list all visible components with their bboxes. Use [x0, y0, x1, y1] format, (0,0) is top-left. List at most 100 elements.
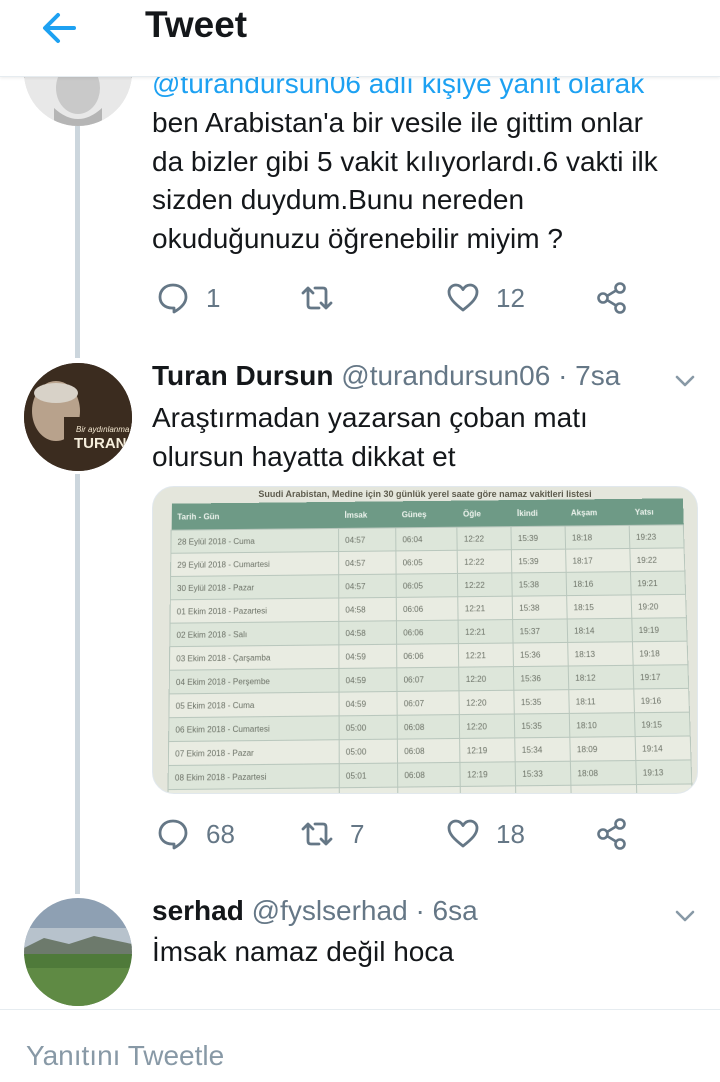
like-button[interactable]: 12 [446, 278, 525, 318]
heart-icon [446, 281, 480, 315]
reply-placeholder[interactable]: Yanıtını Tweetle [26, 1040, 224, 1072]
tweet-text: Araştırmadan yazarsan çoban matı olursun… [152, 399, 588, 476]
chevron-down-icon[interactable] [672, 368, 698, 394]
table-cell: 07 Ekim 2018 - Pazar [168, 740, 339, 766]
table-cell: 06:07 [397, 667, 460, 691]
tweet-line: sizden duydum.Bunu nereden [152, 181, 658, 220]
table-cell: 09 Ekim 2018 - Salı [168, 788, 340, 794]
table-cell: 12:19 [460, 762, 516, 787]
tweet-line: ben Arabistan'a bir vesile ile gittim on… [152, 104, 658, 143]
reply-button[interactable]: 68 [156, 814, 235, 854]
table-cell: 15:34 [515, 737, 571, 762]
table-cell: 19:16 [634, 688, 690, 712]
table-cell: 15:38 [512, 596, 567, 620]
chevron-down-icon[interactable] [672, 903, 698, 929]
table-cell: 12:21 [458, 620, 513, 644]
table-header-cell: Güneş [396, 501, 458, 528]
table-cell: 12:20 [460, 714, 515, 738]
table-cell: 19:22 [630, 548, 685, 572]
table-cell: 12:21 [458, 596, 513, 620]
tweet-line: da bizler gibi 5 vakit kılıyorlardı.6 va… [152, 143, 658, 182]
like-count: 18 [496, 819, 525, 850]
reply-button[interactable]: 1 [156, 278, 220, 318]
table-cell: 12:22 [458, 573, 513, 597]
table-cell: 12:19 [460, 738, 515, 763]
table-cell: 15:38 [512, 572, 567, 596]
table-cell: 06:06 [397, 644, 459, 668]
table-cell: 18:09 [570, 737, 636, 762]
table-cell: 15:36 [513, 642, 568, 666]
table-cell: 19:19 [632, 618, 687, 642]
table-cell: 06:08 [397, 738, 460, 763]
table-cell: 12:21 [459, 643, 514, 667]
tweet-time: · 7sa [558, 360, 620, 391]
table-cell: 18:10 [569, 713, 635, 738]
table-cell: 18:12 [568, 665, 633, 689]
table-cell: 04:57 [339, 574, 397, 598]
tweet-header: serhad @fyslserhad · 6sa [152, 895, 478, 927]
table-cell: 19:23 [629, 525, 684, 549]
table-cell: 04:59 [339, 668, 397, 692]
avatar[interactable] [24, 898, 132, 1006]
table-cell: 15:35 [514, 690, 569, 714]
table-cell: 08 Ekim 2018 - Pazartesi [168, 764, 339, 790]
table-cell: 03 Ekim 2018 - Çarşamba [169, 645, 338, 670]
reply-count: 1 [206, 283, 220, 314]
display-name[interactable]: serhad [152, 895, 244, 926]
table-cell: 04 Ekim 2018 - Perşembe [169, 668, 339, 693]
retweet-button[interactable]: 7 [300, 814, 364, 854]
table-cell: 05:00 [339, 715, 397, 739]
table-cell: 12:20 [459, 667, 514, 691]
table-cell: 06:04 [396, 527, 458, 551]
table-cell: 06 Ekim 2018 - Cumartesi [169, 716, 340, 742]
table-header-cell: İmsak [338, 501, 395, 528]
table-cell: 19:14 [635, 736, 691, 761]
like-count: 12 [496, 283, 525, 314]
top-bar: Tweet [0, 0, 720, 77]
table-cell: 18:07 [571, 785, 637, 794]
table-cell: 18:11 [569, 689, 635, 713]
tweet-text: ben Arabistan'a bir vesile ile gittim on… [152, 104, 658, 258]
tweet-text: İmsak namaz değil hoca [152, 933, 454, 972]
display-name[interactable]: Turan Dursun [152, 360, 333, 391]
prayer-times-table: Tarih - Gün İmsak Güneş Öğle İkindi Akşam Yats… [167, 498, 694, 794]
table-cell: 12:20 [459, 690, 514, 714]
reply-composer[interactable]: Yanıtını Tweetle [0, 1009, 720, 1082]
thread-line [75, 474, 80, 894]
heart-icon [446, 817, 480, 851]
user-handle[interactable]: @turandursun06 [341, 360, 550, 391]
table-cell: 06:06 [396, 597, 458, 621]
table-cell: 04:58 [339, 597, 397, 621]
user-handle[interactable]: @fyslserhad [252, 895, 408, 926]
table-cell: 04:57 [339, 528, 396, 552]
tweet-header: Turan Dursun @turandursun06 · 7sa [152, 360, 620, 392]
table-cell: 06:05 [396, 573, 458, 597]
table-header-cell: Akşam [565, 499, 630, 526]
table-cell: 06:06 [396, 620, 458, 644]
table-cell: 15:35 [515, 713, 570, 737]
share-button[interactable] [594, 278, 628, 318]
tweet-line: Araştırmadan yazarsan çoban matı [152, 399, 588, 438]
table-cell: 06:08 [397, 715, 460, 740]
table-cell: 12:22 [457, 527, 511, 551]
table-cell: 15:36 [514, 666, 569, 690]
table-cell: 19:13 [636, 760, 692, 785]
table-header-cell: Yatsı [628, 498, 683, 525]
table-cell: 06:05 [396, 550, 458, 574]
table-cell: 02 Ekim 2018 - Salı [170, 621, 339, 646]
avatar[interactable]: Bir aydınlanma TURAN D [24, 363, 132, 471]
table-cell: 18:18 [565, 525, 630, 549]
table-cell: 18:15 [567, 595, 632, 619]
like-button[interactable]: 18 [446, 814, 525, 854]
tweet-photo[interactable]: Suudi Arabistan, Medine için 30 günlük y… [152, 486, 698, 794]
reply-count: 68 [206, 819, 235, 850]
back-arrow-icon[interactable] [38, 6, 82, 50]
table-cell: 04:57 [339, 551, 396, 575]
retweet-count: 7 [350, 819, 364, 850]
share-button[interactable] [594, 814, 628, 854]
thread-line [75, 120, 80, 358]
table-cell: 19:20 [631, 594, 686, 618]
retweet-button[interactable] [300, 278, 350, 318]
table-cell: 04:59 [339, 644, 397, 668]
table-cell: 18:16 [566, 572, 631, 596]
